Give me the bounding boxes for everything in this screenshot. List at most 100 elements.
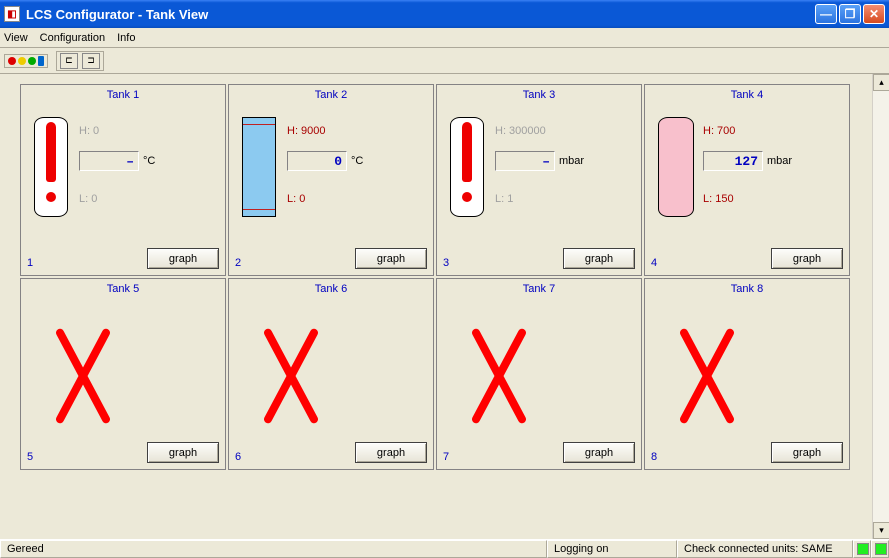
inactive-x-icon — [259, 329, 319, 419]
graph-button[interactable]: graph — [771, 248, 843, 269]
tank-body: H: 300000 –mbar L: 1 — [437, 101, 641, 244]
menu-info[interactable]: Info — [117, 32, 135, 44]
inactive-x-icon — [675, 329, 735, 419]
menu-view[interactable]: View — [4, 32, 28, 44]
maximize-button[interactable]: ❐ — [839, 4, 861, 24]
lo-reading: L: 150 — [703, 193, 841, 205]
status-bar: Gereed Logging on Check connected units:… — [0, 539, 889, 558]
tank-visual — [239, 107, 279, 227]
unit-label: mbar — [767, 155, 792, 167]
unit-label: mbar — [559, 155, 584, 167]
tank-number: 3 — [443, 257, 449, 269]
graph-button[interactable]: graph — [147, 248, 219, 269]
exclamation-icon — [461, 122, 473, 202]
scroll-up-button[interactable]: ▴ — [873, 74, 889, 91]
value-readout: – — [79, 151, 139, 171]
toolbar-colors-button[interactable] — [4, 54, 48, 68]
value-readout: 127 — [703, 151, 763, 171]
graph-button[interactable]: graph — [563, 442, 635, 463]
hi-reading: H: 700 — [703, 125, 841, 137]
tank-number: 6 — [235, 451, 241, 463]
tank-pill-icon — [658, 117, 694, 217]
tank-number: 2 — [235, 257, 241, 269]
tank-body — [645, 295, 849, 438]
tank-number: 4 — [651, 257, 657, 269]
app-icon: ◧ — [4, 6, 20, 22]
value-readout: – — [495, 151, 555, 171]
lo-reading: L: 0 — [79, 193, 217, 205]
tank-cell: Tank 7 7 graph — [436, 278, 642, 470]
tank-number: 7 — [443, 451, 449, 463]
tank-cell: Tank 2 H: 9000 0 °C L: 0 2 graph — [228, 84, 434, 276]
tank-body — [437, 295, 641, 438]
tank-cell: Tank 4 H: 700 127 mbar L: 150 4 graph — [644, 84, 850, 276]
graph-button[interactable]: graph — [563, 248, 635, 269]
tank-cell: Tank 1 H: 0 –°C L: 0 1 graph — [20, 84, 226, 276]
tank-number: 1 — [27, 257, 33, 269]
tank-name: Tank 2 — [229, 89, 433, 101]
exclamation-icon — [45, 122, 57, 202]
tank-cell: Tank 6 6 graph — [228, 278, 434, 470]
inactive-x-icon — [467, 329, 527, 419]
menu-bar: View Configuration Info — [0, 28, 889, 48]
green-dot-icon — [28, 57, 36, 65]
tank-cell: Tank 8 8 graph — [644, 278, 850, 470]
unit-label: °C — [351, 155, 363, 167]
tank-visual — [31, 107, 71, 227]
graph-button[interactable]: graph — [355, 442, 427, 463]
tank-body: H: 0 –°C L: 0 — [21, 101, 225, 244]
hi-reading: H: 9000 — [287, 125, 425, 137]
layout-button-1[interactable]: ⊏ — [60, 53, 78, 69]
inactive-x-icon — [51, 329, 111, 419]
red-dot-icon — [8, 57, 16, 65]
tank-name: Tank 5 — [21, 283, 225, 295]
tank-grid: Tank 1H: 0–°CL: 01graphTank 2H: 90000°CL… — [20, 84, 862, 470]
tank-body: H: 700 127 mbar L: 150 — [645, 101, 849, 244]
layout-button-2[interactable]: ⊐ — [82, 53, 100, 69]
window-title: LCS Configurator - Tank View — [26, 7, 815, 22]
tank-name: Tank 6 — [229, 283, 433, 295]
tank-cell: Tank 3 H: 300000 –mbar L: 1 3 graph — [436, 84, 642, 276]
status-right: Check connected units: SAME — [677, 540, 853, 558]
tank-name: Tank 7 — [437, 283, 641, 295]
close-button[interactable]: ✕ — [863, 4, 885, 24]
tank-number: 5 — [27, 451, 33, 463]
tank-body: H: 9000 0 °C L: 0 — [229, 101, 433, 244]
lo-reading: L: 1 — [495, 193, 633, 205]
client-area: Tank 1H: 0–°CL: 01graphTank 2H: 90000°CL… — [0, 74, 889, 539]
status-led-2 — [871, 540, 889, 558]
scroll-down-button[interactable]: ▾ — [873, 522, 889, 539]
unit-label: °C — [143, 155, 155, 167]
tank-number: 8 — [651, 451, 657, 463]
tank-cell: Tank 5 5 graph — [20, 278, 226, 470]
status-left: Gereed — [0, 540, 547, 558]
scroll-area: Tank 1H: 0–°CL: 01graphTank 2H: 90000°CL… — [0, 74, 872, 539]
tank-body — [229, 295, 433, 438]
vertical-scrollbar[interactable]: ▴ ▾ — [872, 74, 889, 539]
tank-name: Tank 3 — [437, 89, 641, 101]
tank-name: Tank 4 — [645, 89, 849, 101]
tank-name: Tank 1 — [21, 89, 225, 101]
tank-rect-icon — [242, 117, 276, 217]
hi-reading: H: 0 — [79, 125, 217, 137]
status-led-1 — [853, 540, 871, 558]
graph-button[interactable]: graph — [771, 442, 843, 463]
value-readout: 0 — [287, 151, 347, 171]
hi-reading: H: 300000 — [495, 125, 633, 137]
graph-button[interactable]: graph — [355, 248, 427, 269]
toolbar: ⊏ ⊐ — [0, 48, 889, 74]
lo-reading: L: 0 — [287, 193, 425, 205]
window-controls: — ❐ ✕ — [815, 4, 885, 24]
menu-configuration[interactable]: Configuration — [40, 32, 105, 44]
tank-name: Tank 8 — [645, 283, 849, 295]
minimize-button[interactable]: — — [815, 4, 837, 24]
tank-visual — [447, 107, 487, 227]
tank-body — [21, 295, 225, 438]
status-middle: Logging on — [547, 540, 677, 558]
yellow-dot-icon — [18, 57, 26, 65]
tank-visual — [655, 107, 695, 227]
title-bar: ◧ LCS Configurator - Tank View — ❐ ✕ — [0, 0, 889, 28]
toolbar-layout-group: ⊏ ⊐ — [56, 51, 104, 71]
blue-bar-icon — [38, 56, 44, 66]
graph-button[interactable]: graph — [147, 442, 219, 463]
